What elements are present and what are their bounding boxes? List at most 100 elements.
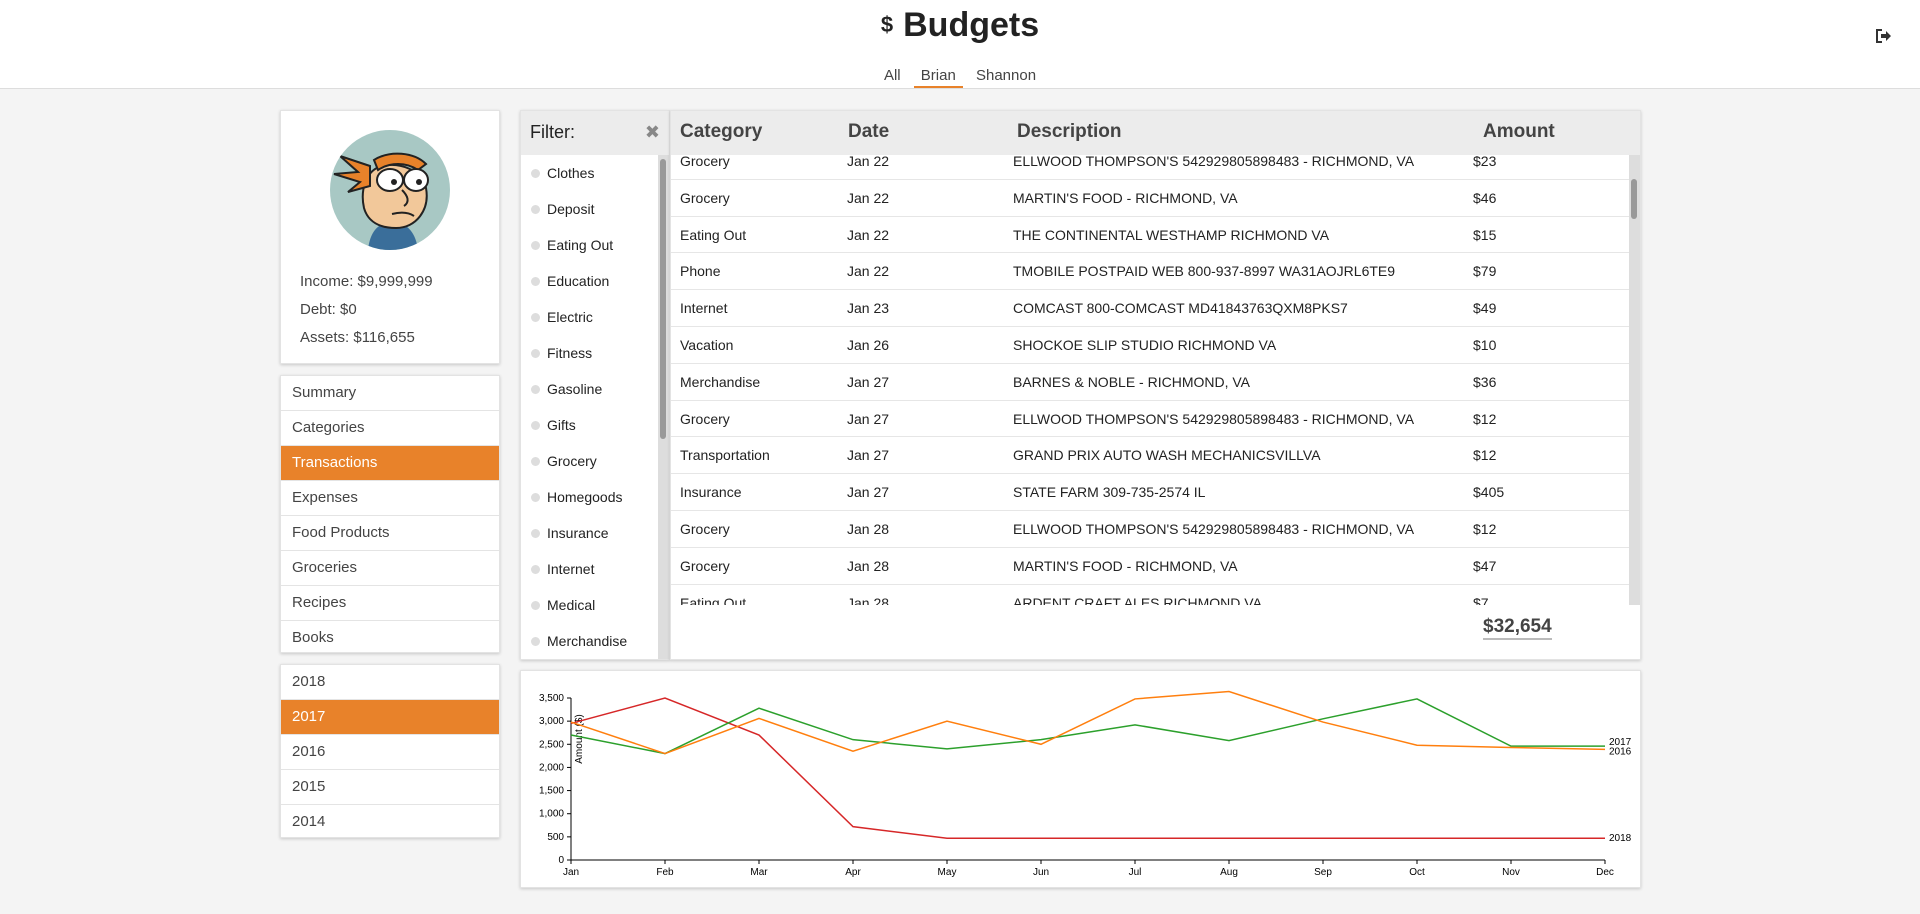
y-tick-label: 3,000	[539, 716, 564, 727]
filter-scroll-thumb[interactable]	[660, 159, 666, 439]
filter-item[interactable]: Education	[521, 263, 659, 299]
nav-item-categories[interactable]: Categories	[281, 411, 499, 446]
nav-item-food-products[interactable]: Food Products	[281, 516, 499, 551]
nav-item-expenses[interactable]: Expenses	[281, 481, 499, 516]
row-description: GRAND PRIX AUTO WASH MECHANICSVILLVA	[1013, 447, 1321, 464]
tab-shannon[interactable]: Shannon	[969, 67, 1043, 86]
row-description: TMOBILE POSTPAID WEB 800-937-8997 WA31AO…	[1013, 263, 1396, 280]
table-row[interactable]: Grocery Jan 22 MARTIN'S FOOD - RICHMOND, V…	[671, 180, 1631, 217]
nav-item-recipes[interactable]: Recipes	[281, 586, 499, 621]
filter-toggle-dot[interactable]	[531, 277, 540, 286]
year-item-2014[interactable]: 2014	[281, 805, 499, 840]
close-icon[interactable]: ✖	[645, 111, 660, 153]
avatar	[330, 130, 450, 250]
y-tick-label: 1,500	[539, 786, 564, 797]
filter-item[interactable]: Medical	[521, 587, 659, 623]
series-line-2018	[570, 697, 1605, 839]
filter-item[interactable]: Fitness	[521, 335, 659, 371]
filter-toggle-dot[interactable]	[531, 565, 540, 574]
nav-item-books[interactable]: Books	[281, 621, 499, 656]
row-date: Jan 23	[847, 300, 890, 317]
filter-toggle-dot[interactable]	[531, 421, 540, 430]
table-scrollbar[interactable]	[1629, 155, 1640, 605]
row-description: COMCAST 800-COMCAST MD41843763QXM8PKS7	[1013, 300, 1348, 317]
filter-item[interactable]: Grocery	[521, 443, 659, 479]
table-row[interactable]: Eating Out Jan 28 ARDENT CRAFT ALES RICHMO…	[671, 585, 1631, 605]
income-value: Income: $9,999,999	[300, 273, 433, 290]
filter-toggle-dot[interactable]	[531, 241, 540, 250]
table-row[interactable]: Merchandise Jan 27 BARNES & NOBLE - RICHMO…	[671, 364, 1631, 401]
column-header-amount[interactable]: Amount	[1483, 121, 1555, 143]
table-row[interactable]: Internet Jan 23 COMCAST 800-COMCAST MD4184…	[671, 290, 1631, 327]
x-tick-label: Jul	[1129, 867, 1142, 878]
assets-value: Assets: $116,655	[300, 329, 415, 346]
nav-item-transactions[interactable]: Transactions	[281, 446, 499, 481]
filter-item[interactable]: Internet	[521, 551, 659, 587]
table-row[interactable]: Grocery Jan 22 ELLWOOD THOMPSON'S 54292980…	[671, 155, 1631, 180]
table-row[interactable]: Phone Jan 22 TMOBILE POSTPAID WEB 800-937-…	[671, 253, 1631, 291]
filter-toggle-dot[interactable]	[531, 169, 540, 178]
filter-item-label: Gifts	[547, 417, 576, 433]
filter-item-label: Eating Out	[547, 237, 614, 253]
row-description: ARDENT CRAFT ALES RICHMOND VA	[1013, 594, 1262, 605]
year-item-2018[interactable]: 2018	[281, 665, 499, 700]
row-description: THE CONTINENTAL WESTHAMP RICHMOND VA	[1013, 226, 1330, 243]
filter-item[interactable]: Merchandise	[521, 623, 659, 659]
column-header-category[interactable]: Category	[680, 121, 762, 143]
year-item-2017[interactable]: 2017	[281, 700, 499, 735]
filter-toggle-dot[interactable]	[531, 205, 540, 214]
row-category: Transportation	[680, 447, 770, 464]
table-row[interactable]: Transportation Jan 27 GRAND PRIX AUTO WASH…	[671, 437, 1631, 475]
filter-toggle-dot[interactable]	[531, 349, 540, 358]
tab-all[interactable]: All	[877, 67, 908, 86]
sign-out-icon[interactable]	[1874, 28, 1892, 44]
table-body: Grocery Jan 22 ELLWOOD THOMPSON'S 54292980…	[671, 155, 1631, 605]
row-description: SHOCKOE SLIP STUDIO RICHMOND VA	[1013, 336, 1277, 353]
table-scroll-thumb[interactable]	[1631, 179, 1637, 219]
filter-item[interactable]: Insurance	[521, 515, 659, 551]
row-amount: $79	[1473, 263, 1497, 280]
filter-toggle-dot[interactable]	[531, 457, 540, 466]
y-tick-label: 2,000	[539, 762, 564, 773]
table-row[interactable]: Vacation Jan 26 SHOCKOE SLIP STUDIO RICHMO…	[671, 327, 1631, 364]
total-amount: $32,654	[1483, 616, 1552, 640]
row-category: Phone	[680, 263, 721, 280]
table-row[interactable]: Insurance Jan 27 STATE FARM 309-735-2574 I…	[671, 474, 1631, 511]
filter-item[interactable]: Clothes	[521, 155, 659, 191]
table-row[interactable]: Grocery Jan 27 ELLWOOD THOMPSON'S 54292980…	[671, 401, 1631, 438]
nav-item-groceries[interactable]: Groceries	[281, 551, 499, 586]
filter-item[interactable]: Deposit	[521, 191, 659, 227]
table-row[interactable]: Eating Out Jan 22 THE CONTINENTAL WESTHAMP…	[671, 217, 1631, 254]
filter-toggle-dot[interactable]	[531, 601, 540, 610]
row-amount: $10	[1473, 336, 1497, 353]
filter-item[interactable]: Homegoods	[521, 479, 659, 515]
filter-toggle-dot[interactable]	[531, 385, 540, 394]
row-date: Jan 28	[847, 594, 890, 605]
column-header-description[interactable]: Description	[1017, 121, 1122, 143]
filter-item[interactable]: Gifts	[521, 407, 659, 443]
filter-item[interactable]: Electric	[521, 299, 659, 335]
filter-item-label: Clothes	[547, 165, 595, 181]
year-menu: 2018 2017 2016 2015 2014	[280, 664, 500, 838]
year-item-2015[interactable]: 2015	[281, 770, 499, 805]
filter-toggle-dot[interactable]	[531, 493, 540, 502]
tab-brian[interactable]: Brian	[913, 67, 963, 88]
row-category: Internet	[680, 300, 728, 317]
row-description: BARNES & NOBLE - RICHMOND, VA	[1013, 373, 1251, 390]
filter-scrollbar[interactable]	[658, 155, 669, 659]
table-row[interactable]: Grocery Jan 28 MARTIN'S FOOD - RICHMOND, V…	[671, 548, 1631, 585]
filter-toggle-dot[interactable]	[531, 637, 540, 646]
filter-item[interactable]: Gasoline	[521, 371, 659, 407]
row-date: Jan 22	[847, 263, 890, 280]
app-header: $ Budgets All Brian Shannon	[0, 0, 1920, 89]
year-item-2016[interactable]: 2016	[281, 735, 499, 770]
row-category: Grocery	[680, 520, 730, 537]
filter-toggle-dot[interactable]	[531, 313, 540, 322]
table-row[interactable]: Grocery Jan 28 ELLWOOD THOMPSON'S 54292980…	[671, 511, 1631, 548]
row-description: MARTIN'S FOOD - RICHMOND, VA	[1013, 189, 1238, 206]
filter-toggle-dot[interactable]	[531, 529, 540, 538]
column-header-date[interactable]: Date	[848, 121, 889, 143]
row-date: Jan 27	[847, 484, 890, 501]
nav-item-summary[interactable]: Summary	[281, 376, 499, 411]
filter-item[interactable]: Eating Out	[521, 227, 659, 263]
